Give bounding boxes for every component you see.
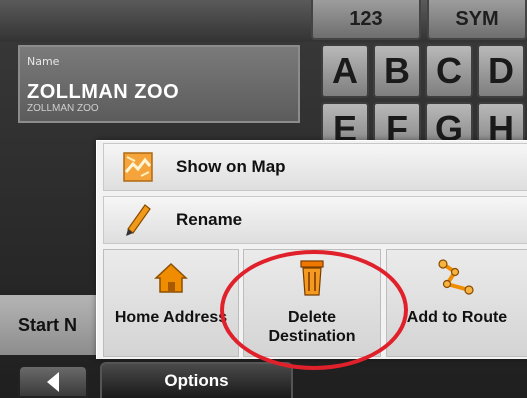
- home-address-label: Home Address: [114, 309, 228, 326]
- delete-label-line2: Destination: [268, 328, 356, 345]
- options-tab-label: Options: [164, 371, 229, 390]
- name-label: Name: [27, 55, 60, 68]
- show-on-map-label: Show on Map: [176, 157, 286, 176]
- delete-destination-button[interactable]: Delete Destination: [243, 249, 381, 357]
- numeric-mode-button[interactable]: 123: [311, 0, 421, 40]
- add-to-route-button[interactable]: Add to Route: [386, 249, 527, 357]
- key-a[interactable]: A: [321, 44, 369, 98]
- back-button[interactable]: [18, 365, 88, 398]
- name-field[interactable]: Name ZOLLMAN ZOO ZOLLMAN ZOO: [18, 45, 300, 123]
- pencil-icon: [118, 203, 158, 237]
- key-d[interactable]: D: [477, 44, 525, 98]
- delete-destination-label: Delete Destination: [268, 308, 355, 346]
- options-tab[interactable]: Options: [100, 362, 293, 398]
- options-popup: Show on Map Rename Home Address Delete D…: [96, 140, 527, 359]
- key-b[interactable]: B: [373, 44, 421, 98]
- name-value: ZOLLMAN ZOO: [27, 81, 180, 103]
- symbol-mode-button[interactable]: SYM: [427, 0, 527, 40]
- trash-icon: [297, 258, 327, 298]
- home-icon: [154, 258, 188, 298]
- route-icon: [437, 258, 477, 298]
- back-arrow-icon: [47, 371, 59, 392]
- delete-label-line1: Delete: [287, 309, 337, 326]
- name-subtitle: ZOLLMAN ZOO: [27, 103, 99, 114]
- start-button-label: Start N: [18, 314, 78, 335]
- rename-button[interactable]: Rename: [103, 196, 527, 244]
- home-address-button[interactable]: Home Address: [103, 249, 239, 357]
- add-to-route-label: Add to Route: [406, 309, 508, 326]
- map-icon: [118, 152, 158, 182]
- rename-label: Rename: [176, 210, 243, 229]
- key-c[interactable]: C: [425, 44, 473, 98]
- show-on-map-button[interactable]: Show on Map: [103, 143, 527, 191]
